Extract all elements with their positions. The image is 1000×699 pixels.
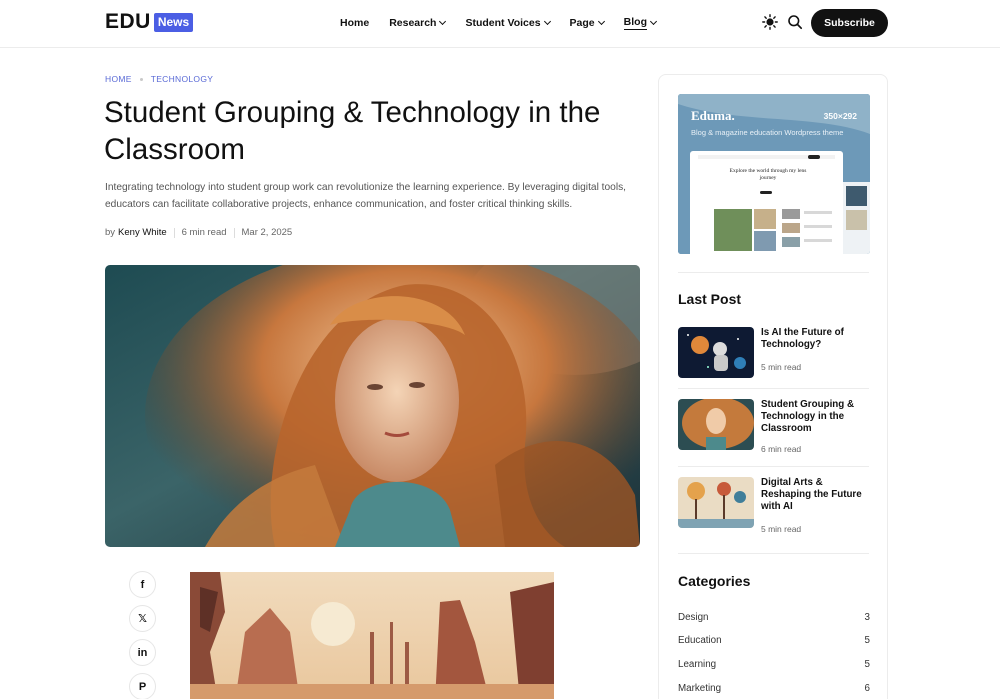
logo-badge: News (153, 12, 194, 32)
sidebar-divider (678, 466, 869, 467)
category-count: 3 (864, 612, 870, 623)
publish-date: Mar 2, 2025 (241, 227, 293, 238)
logo-text: EDU (105, 10, 151, 33)
x-icon[interactable]: 𝕏 (129, 605, 156, 632)
last-post-item[interactable]: Is AI the Future of Technology? 5 min re… (678, 327, 870, 379)
nav-item-home[interactable]: Home (340, 16, 369, 30)
breadcrumb-category[interactable]: TECHNOLOGY (151, 74, 214, 84)
post-thumbnail[interactable] (678, 327, 754, 378)
post-title[interactable]: Is AI the Future of Technology? (761, 327, 869, 351)
post-thumbnail[interactable] (678, 399, 754, 450)
article-meta: by Keny White 6 min read Mar 2, 2025 (105, 227, 292, 238)
post-title[interactable]: Student Grouping & Technology in the Cla… (761, 399, 869, 435)
nav-item-student-voices[interactable]: Student Voices (465, 16, 551, 30)
nav-item-research[interactable]: Research (389, 16, 447, 30)
linkedin-icon[interactable]: in (129, 639, 156, 666)
category-name: Marketing (678, 683, 722, 694)
site-logo[interactable]: EDU News (105, 10, 194, 34)
nav-item-page[interactable]: Page (569, 16, 605, 30)
category-count: 6 (864, 683, 870, 694)
ad-screenshot: Explore the world through my lens journe… (690, 151, 843, 254)
search-icon[interactable] (787, 14, 803, 30)
sidebar-divider (678, 272, 869, 273)
breadcrumb: HOME TECHNOLOGY (105, 74, 213, 84)
category-item[interactable]: Learning 5 (678, 659, 870, 670)
nav-item-label: Research (389, 17, 437, 29)
facebook-icon[interactable]: f (129, 571, 156, 598)
post-read-time: 6 min read (761, 444, 802, 454)
chevron-down-icon (597, 17, 605, 26)
sidebar: Eduma. 350×292 Blog & magazine education… (658, 74, 888, 699)
chevron-down-icon (543, 17, 551, 26)
category-count: 5 (864, 635, 870, 646)
post-title[interactable]: Digital Arts & Reshaping the Future with… (761, 477, 869, 513)
last-post-item[interactable]: Student Grouping & Technology in the Cla… (678, 399, 870, 454)
ad-size-label: 350×292 (823, 111, 857, 121)
article-excerpt: Integrating technology into student grou… (105, 182, 627, 210)
meta-divider (173, 227, 175, 238)
nav-item-label: Blog (623, 16, 647, 30)
subscribe-button[interactable]: Subscribe (811, 9, 888, 37)
category-item[interactable]: Design 3 (678, 612, 870, 623)
meta-by: by (105, 227, 116, 238)
meta-divider (233, 227, 235, 238)
category-count: 5 (864, 659, 870, 670)
last-post-item[interactable]: Digital Arts & Reshaping the Future with… (678, 477, 870, 534)
post-thumbnail[interactable] (678, 477, 754, 528)
category-name: Education (678, 635, 722, 646)
share-bar: f 𝕏 in P (129, 571, 156, 699)
sidebar-divider (678, 388, 869, 389)
nav-item-label: Student Voices (465, 17, 541, 29)
post-read-time: 5 min read (761, 524, 802, 534)
last-post-heading: Last Post (678, 291, 742, 307)
chevron-down-icon (439, 17, 447, 26)
chevron-down-icon (649, 17, 658, 26)
read-time: 6 min read (181, 227, 227, 238)
sun-icon[interactable] (762, 14, 778, 30)
site-header: EDU News Home Research Student Voices Pa… (0, 0, 1000, 48)
ad-subtitle: Blog & magazine education Wordpress them… (691, 128, 844, 137)
category-name: Learning (678, 659, 717, 670)
category-name: Design (678, 612, 709, 623)
article-title: Student Grouping & Technology in the Cla… (104, 96, 601, 166)
category-item[interactable]: Marketing 6 (678, 683, 870, 694)
sidebar-divider (678, 553, 869, 554)
hero-image (105, 265, 640, 547)
nav-item-label: Home (340, 17, 370, 29)
categories-heading: Categories (678, 573, 751, 589)
article-inline-image (190, 572, 554, 699)
nav-item-blog[interactable]: Blog (623, 16, 658, 30)
author-link[interactable]: Keny White (118, 227, 167, 238)
category-item[interactable]: Education 5 (678, 635, 870, 646)
advertisement-banner[interactable]: Eduma. 350×292 Blog & magazine education… (678, 94, 870, 254)
nav-item-label: Page (569, 17, 595, 29)
main-nav: Home Research Student Voices Page Blog (340, 16, 676, 30)
ad-screenshot-headline: Explore the world through my lens journe… (729, 168, 807, 181)
pinterest-icon[interactable]: P (129, 673, 156, 699)
breadcrumb-separator (139, 77, 143, 81)
ad-brand: Eduma. (691, 108, 735, 123)
post-read-time: 5 min read (761, 362, 802, 372)
breadcrumb-home[interactable]: HOME (105, 74, 132, 84)
